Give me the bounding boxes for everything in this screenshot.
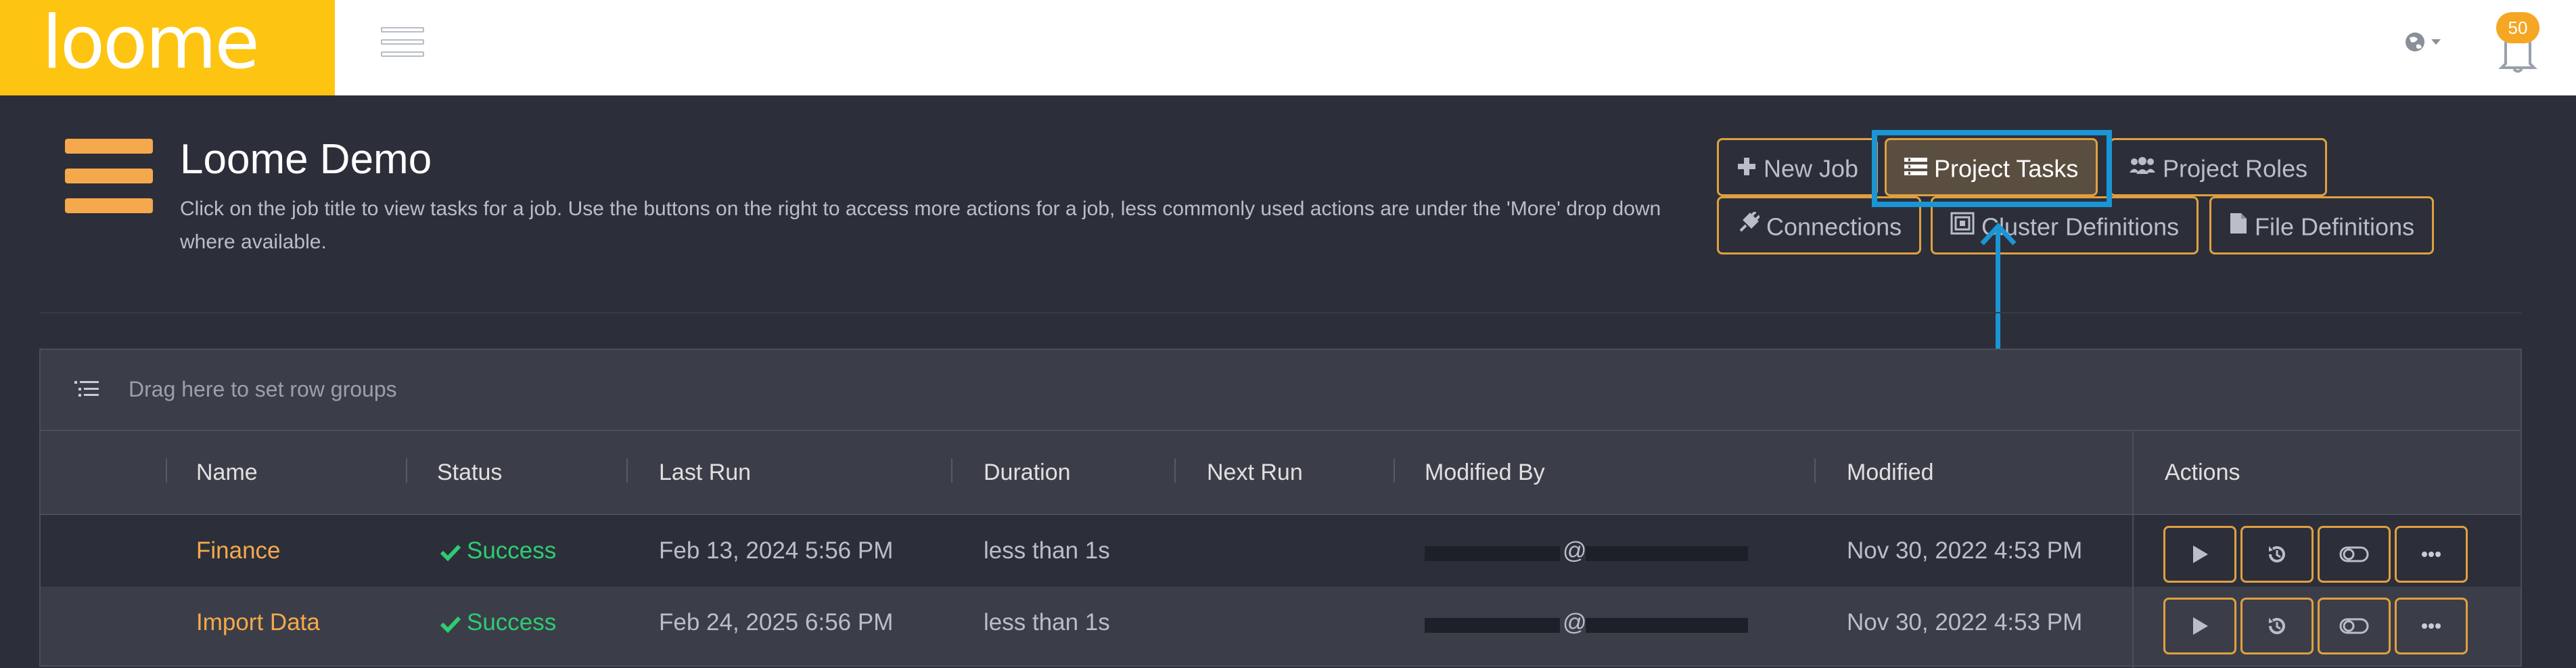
job-history-button[interactable] (2240, 598, 2314, 654)
more-icon (2422, 623, 2441, 629)
page-description: Click on the job title to view tasks for… (180, 198, 1661, 253)
history-icon (2269, 618, 2285, 634)
play-icon (2193, 617, 2208, 635)
column-header-next-run[interactable]: Next Run (1207, 460, 1303, 486)
modified-by-at-sign: @ (1563, 609, 1587, 636)
toggle-icon (2339, 546, 2369, 562)
column-resize-handle[interactable] (951, 458, 952, 483)
brand-logo[interactable]: loome (0, 0, 335, 95)
group-rows-icon (73, 380, 100, 401)
top-navbar: loome 50 (0, 0, 2576, 95)
column-header-duration[interactable]: Duration (984, 460, 1071, 486)
grid-header-row: Name Status Last Run Duration Next Run M… (41, 431, 2521, 515)
new-job-button[interactable]: New Job (1717, 138, 1879, 196)
page-title: Loome Demo (180, 136, 432, 183)
job-name-link[interactable]: Finance (196, 537, 281, 564)
redacted-domain (1586, 546, 1748, 561)
logo-text: loome (42, 1, 260, 85)
toggle-job-button[interactable] (2318, 598, 2391, 654)
cluster-icon (1950, 200, 1975, 254)
row-group-panel[interactable]: Drag here to set row groups (41, 350, 2521, 431)
redacted-username (1425, 546, 1560, 561)
history-icon (2269, 546, 2285, 562)
last-run-cell: Feb 24, 2025 6:56 PM (659, 609, 894, 636)
duration-cell: less than 1s (984, 609, 1110, 636)
status-text: Success (467, 537, 557, 564)
column-resize-handle[interactable] (1814, 458, 1816, 483)
project-roles-label: Project Roles (2163, 154, 2308, 183)
plus-icon (1736, 141, 1757, 196)
file-icon (2229, 200, 2248, 254)
sidebar-toggle-icon[interactable] (381, 27, 424, 60)
play-icon (2193, 545, 2208, 563)
jobs-grid: Drag here to set row groups Name Status … (39, 349, 2522, 668)
row-group-placeholder: Drag here to set row groups (129, 377, 397, 401)
column-resize-handle[interactable] (626, 458, 628, 483)
more-actions-button[interactable] (2395, 526, 2468, 583)
column-header-modified-by[interactable]: Modified By (1425, 460, 1545, 486)
check-icon (440, 544, 461, 562)
users-icon (2129, 141, 2156, 196)
run-job-button[interactable] (2163, 598, 2236, 654)
actions-column-divider (2132, 431, 2134, 668)
column-header-modified[interactable]: Modified (1847, 460, 1934, 486)
new-job-label: New Job (1764, 154, 1859, 183)
job-name-link[interactable]: Import Data (196, 609, 320, 636)
column-resize-handle[interactable] (1394, 458, 1395, 483)
annotation-arrowhead-icon (1980, 222, 2017, 246)
plug-icon (1736, 200, 1761, 254)
status-cell: Success (440, 537, 556, 564)
column-header-last-run[interactable]: Last Run (659, 460, 751, 486)
modified-cell: Nov 30, 2022 4:53 PM (1847, 609, 2083, 636)
project-menu-icon[interactable] (65, 139, 153, 213)
column-header-actions: Actions (2165, 460, 2240, 485)
duration-cell: less than 1s (984, 537, 1110, 564)
toggle-icon (2339, 618, 2369, 634)
globe-icon[interactable] (2403, 28, 2446, 55)
file-definitions-button[interactable]: File Definitions (2209, 196, 2435, 254)
more-actions-button[interactable] (2395, 598, 2468, 654)
modified-cell: Nov 30, 2022 4:53 PM (1847, 537, 2083, 564)
toggle-job-button[interactable] (2318, 526, 2391, 583)
status-text: Success (467, 609, 557, 636)
column-resize-handle[interactable] (166, 458, 167, 483)
annotation-arrow (1996, 230, 2000, 365)
column-header-name[interactable]: Name (196, 460, 258, 486)
status-cell: Success (440, 609, 556, 636)
column-resize-handle[interactable] (1174, 458, 1176, 483)
header-divider (39, 312, 2522, 313)
table-row: Finance Success Feb 13, 2024 5:56 PM les… (41, 515, 2521, 587)
file-definitions-label: File Definitions (2255, 213, 2415, 241)
job-history-button[interactable] (2240, 526, 2314, 583)
check-icon (440, 616, 461, 633)
redacted-username (1425, 618, 1560, 633)
more-icon (2422, 552, 2441, 557)
column-resize-handle[interactable] (406, 458, 407, 483)
column-header-status[interactable]: Status (437, 460, 502, 486)
connections-label: Connections (1766, 213, 1902, 241)
run-job-button[interactable] (2163, 526, 2236, 583)
highlight-box (1872, 130, 2112, 207)
modified-by-at-sign: @ (1563, 537, 1587, 564)
last-run-cell: Feb 13, 2024 5:56 PM (659, 537, 894, 564)
project-roles-button[interactable]: Project Roles (2109, 138, 2328, 196)
notification-count-badge: 50 (2496, 12, 2539, 43)
table-row: Import Data Success Feb 24, 2025 6:56 PM… (41, 587, 2521, 659)
redacted-domain (1586, 618, 1748, 633)
